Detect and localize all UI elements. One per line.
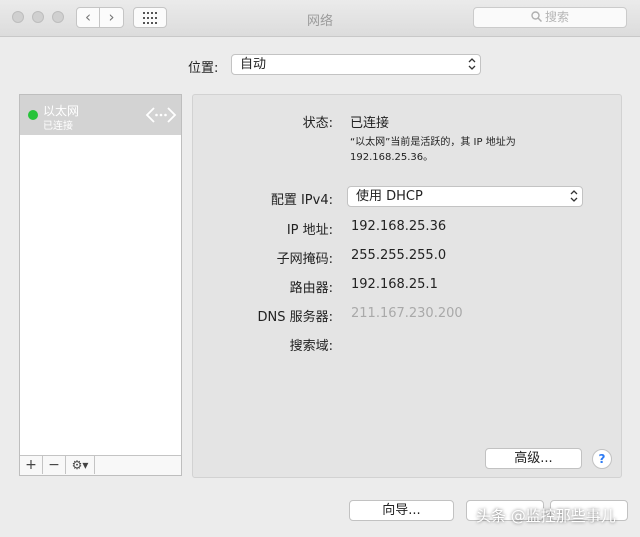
minus-icon: − — [48, 457, 60, 473]
ipv4-config-value: 使用 DHCP — [356, 189, 423, 204]
service-item-ethernet[interactable]: 以太网 已连接 — [20, 95, 181, 135]
dns-server-value: 211.167.230.200 — [351, 306, 463, 321]
ipv4-config-label: 配置 IPv4: — [270, 193, 333, 208]
dns-server-label: DNS 服务器: — [257, 310, 334, 325]
title-bar: ‹ › 网络 搜索 — [0, 0, 640, 37]
search-placeholder: 搜索 — [544, 10, 569, 24]
ethernet-arrows-icon — [145, 107, 177, 123]
service-status: 已连接 — [43, 121, 73, 132]
service-list: 以太网 已连接 + − ⚙︎▾ — [19, 94, 182, 476]
search-domain-label: 搜索域: — [289, 339, 333, 354]
help-button[interactable]: ? — [592, 449, 612, 469]
assistant-button[interactable]: 向导... — [349, 500, 454, 521]
ipv4-config-select[interactable]: 使用 DHCP — [347, 186, 583, 207]
updown-arrows-icon — [570, 190, 578, 202]
updown-arrows-icon — [468, 58, 476, 70]
sidebar-toolbar: + − ⚙︎▾ — [20, 455, 181, 475]
location-select[interactable]: 自动 — [231, 54, 481, 75]
watermark: 头条 @监控那些事儿 — [476, 507, 616, 525]
status-label: 状态: — [302, 116, 333, 131]
advanced-button[interactable]: 高级... — [485, 448, 582, 469]
ip-address-value: 192.168.25.36 — [351, 219, 447, 234]
status-dot — [28, 110, 38, 120]
gear-icon: ⚙︎▾ — [71, 458, 89, 472]
status-value: 已连接 — [350, 116, 390, 131]
status-description-line-2: 192.168.25.36。 — [350, 152, 434, 163]
remove-service-button[interactable]: − — [43, 456, 66, 474]
router-label: 路由器: — [289, 281, 333, 296]
ip-address-label: IP 地址: — [286, 223, 333, 238]
action-menu-button[interactable]: ⚙︎▾ — [66, 456, 95, 474]
subnet-mask-label: 子网掩码: — [276, 252, 333, 267]
add-service-button[interactable]: + — [20, 456, 43, 474]
router-value: 192.168.25.1 — [351, 277, 438, 292]
search-icon — [531, 11, 543, 23]
plus-icon: + — [25, 457, 37, 473]
status-description-line-1: “以太网”当前是活跃的，其 IP 地址为 — [350, 137, 516, 148]
detail-panel: 状态: 已连接 “以太网”当前是活跃的，其 IP 地址为 192.168.25.… — [192, 94, 622, 478]
location-label: 位置: — [188, 61, 219, 76]
location-value: 自动 — [240, 57, 267, 72]
subnet-mask-value: 255.255.255.0 — [351, 248, 447, 263]
search-field[interactable]: 搜索 — [473, 7, 627, 28]
